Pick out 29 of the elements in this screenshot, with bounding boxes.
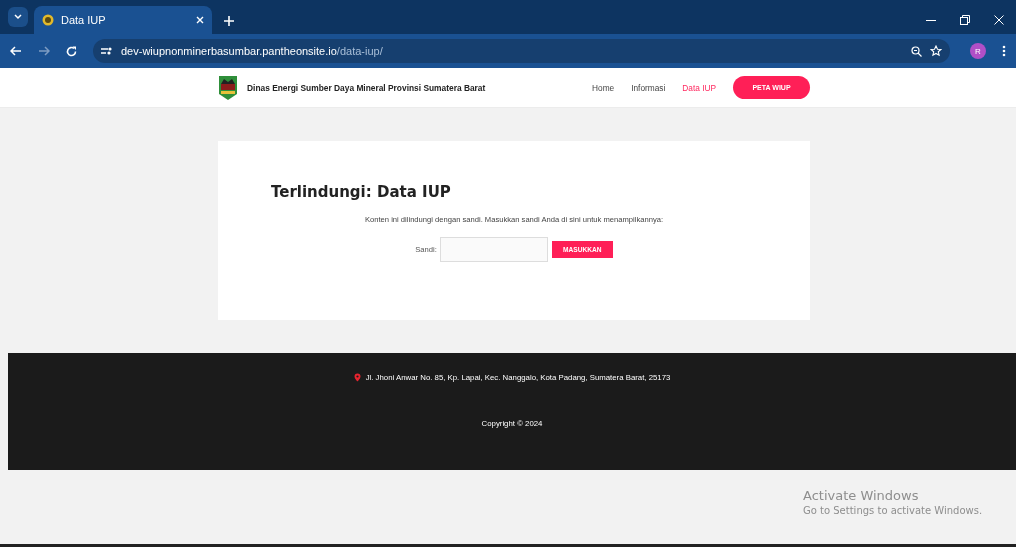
- forward-icon[interactable]: [38, 46, 50, 56]
- emblem-icon: [218, 74, 238, 101]
- nav-link[interactable]: Informasi: [631, 82, 666, 93]
- new-tab-icon[interactable]: [224, 16, 234, 26]
- nav-link[interactable]: Home: [592, 82, 615, 93]
- site-settings-icon[interactable]: [101, 46, 113, 56]
- zoom-out-icon[interactable]: [911, 45, 922, 57]
- back-icon[interactable]: [10, 46, 22, 56]
- emblem-icon: [42, 14, 54, 26]
- tab-title: Data IUP: [61, 14, 107, 26]
- url-text: dev-wiupnonminerbasumbar.pantheonsite.io/data-iup/: [121, 45, 384, 57]
- close-icon[interactable]: [196, 16, 204, 24]
- star-icon[interactable]: [930, 45, 942, 57]
- close-icon[interactable]: [994, 15, 1004, 25]
- activation-message: Go to Settings to activate Windows.: [803, 505, 983, 516]
- more-icon[interactable]: [1002, 45, 1006, 57]
- site-title: Dinas Energi Sumber Daya Mineral Provinsi Sumatera Barat: [247, 82, 486, 93]
- address-bar[interactable]: dev-wiupnonminerbasumbar.pantheonsite.io/data-iup/: [93, 39, 950, 63]
- browser-tab[interactable]: Data IUP: [34, 6, 212, 34]
- tab-list-button[interactable]: [8, 7, 28, 27]
- restore-icon[interactable]: [960, 15, 970, 25]
- password-field[interactable]: [439, 237, 548, 262]
- map-pin-icon: [353, 373, 361, 382]
- chevron-down-icon: [14, 14, 22, 20]
- activation-title: Activate Windows: [803, 488, 920, 503]
- nav-link[interactable]: Data IUP: [682, 82, 716, 93]
- profile-avatar[interactable]: R: [970, 43, 986, 59]
- page-title: Terlindungi: Data IUP: [271, 183, 452, 201]
- reload-icon[interactable]: [66, 45, 77, 57]
